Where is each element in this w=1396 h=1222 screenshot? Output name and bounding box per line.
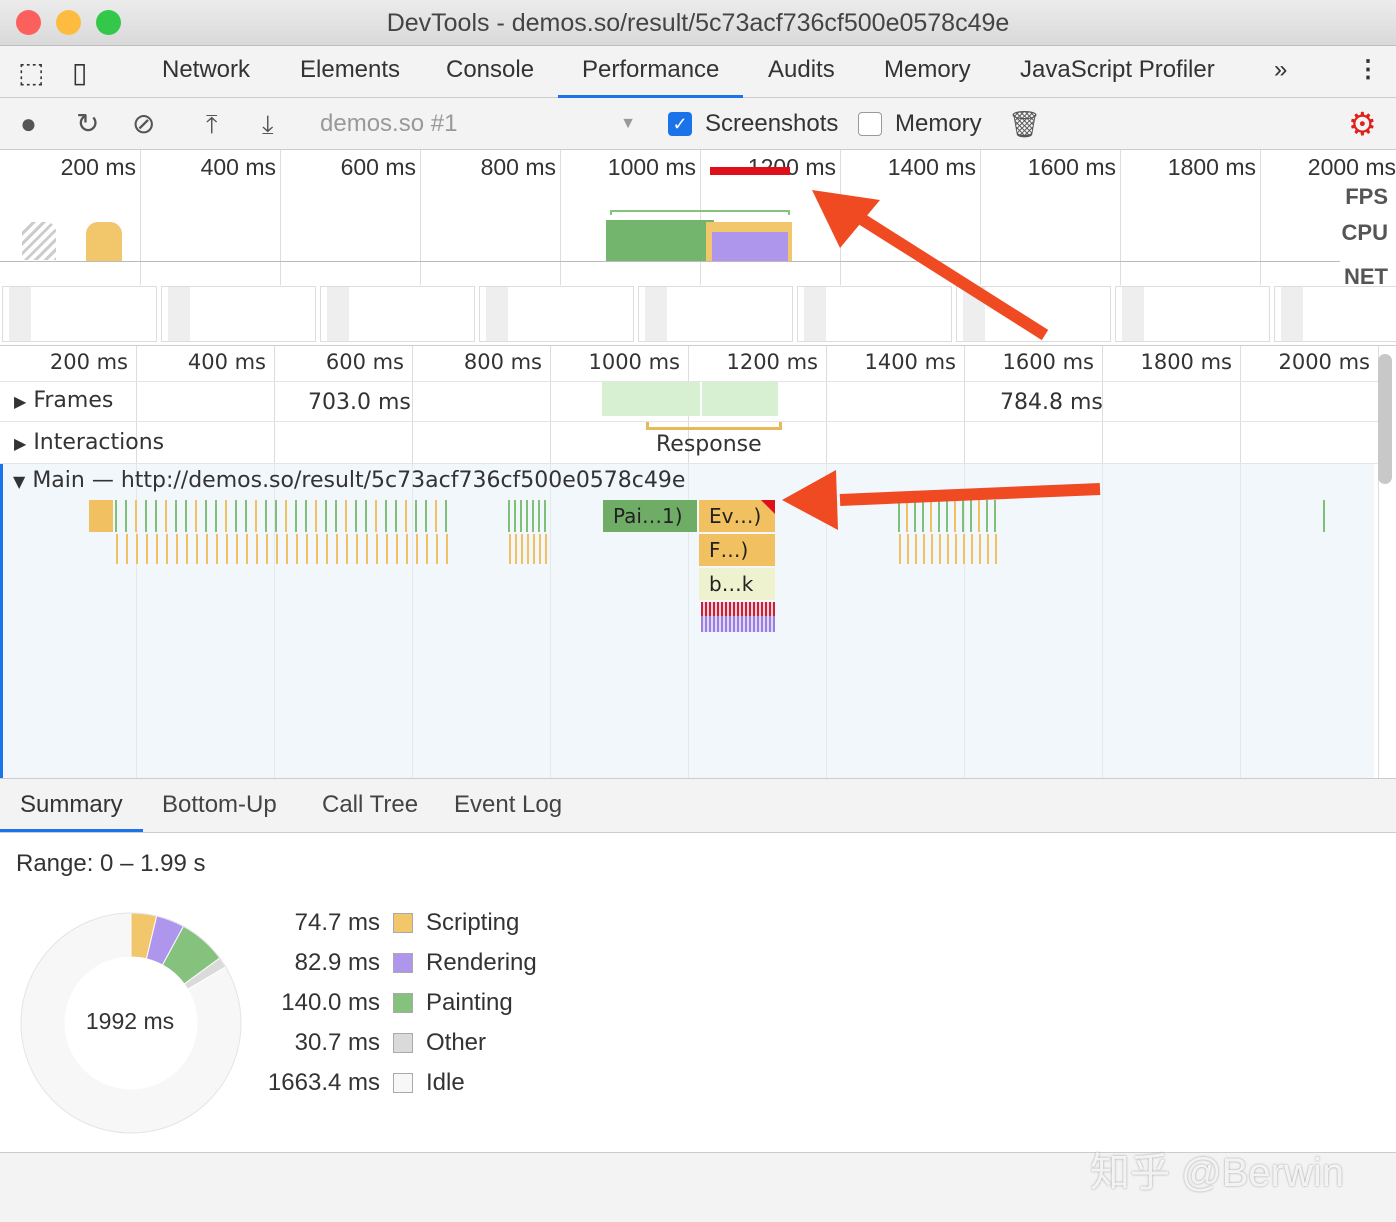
annotation-arrow-line <box>839 483 1101 506</box>
legend-swatch <box>393 953 413 973</box>
legend-label: Other <box>426 1029 487 1056</box>
legend-swatch <box>393 993 413 1013</box>
legend-value: 82.9 ms <box>294 949 380 976</box>
tab-event-log[interactable]: Event Log <box>454 778 562 832</box>
legend-value: 30.7 ms <box>294 1029 380 1056</box>
tab-bottom-up[interactable]: Bottom-Up <box>162 778 277 832</box>
watermark: 知乎 @Berwin <box>1090 1151 1344 1195</box>
legend-value: 74.7 ms <box>294 909 380 936</box>
legend-label: Rendering <box>426 949 537 976</box>
legend-swatch <box>393 1033 413 1053</box>
summary-range: Range: 0 – 1.99 s <box>16 850 206 877</box>
legend-value: 140.0 ms <box>281 989 380 1016</box>
legend-label: Scripting <box>426 909 520 936</box>
legend-swatch <box>393 1073 413 1093</box>
legend-label: Idle <box>426 1069 465 1096</box>
tab-summary[interactable]: Summary <box>0 778 143 832</box>
legend-value: 1663.4 ms <box>267 1069 380 1096</box>
annotation-arrow-head <box>782 470 838 530</box>
tab-call-tree[interactable]: Call Tree <box>322 778 418 832</box>
annotation-arrow-line <box>856 212 1049 341</box>
legend-label: Painting <box>426 989 513 1016</box>
legend-swatch <box>393 913 413 933</box>
